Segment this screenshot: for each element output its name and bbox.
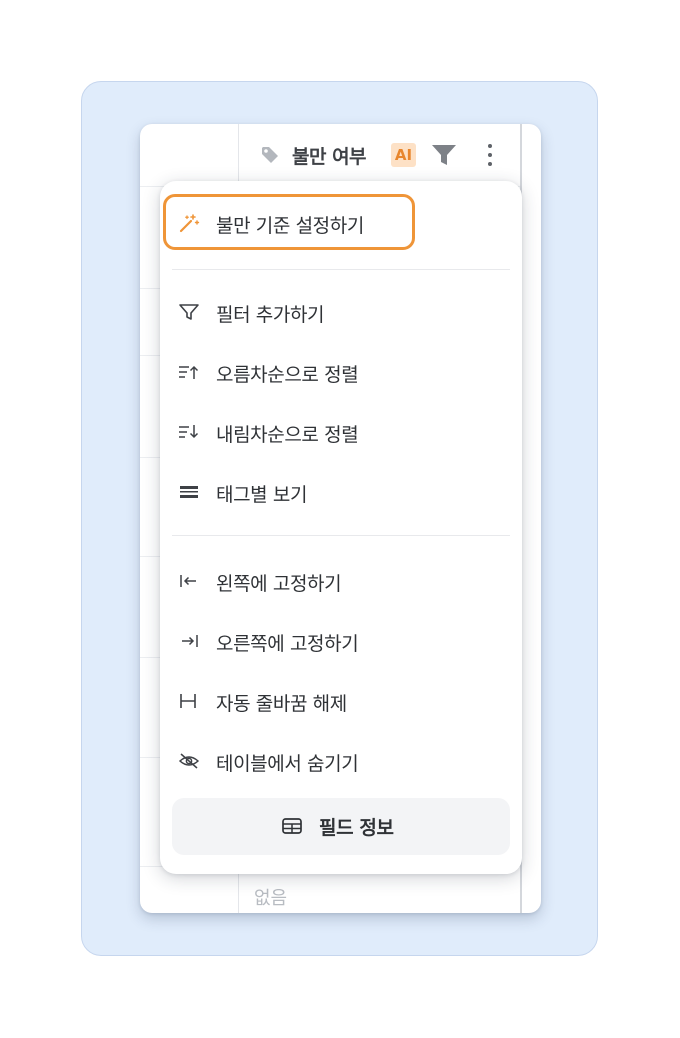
- column-header[interactable]: 불만 여부 AI: [240, 124, 520, 186]
- menu-item-add-filter[interactable]: 필터 추가하기: [160, 290, 522, 334]
- table-info-icon: [282, 818, 302, 834]
- menu-item-sort-ascending[interactable]: 오름차순으로 정렬: [160, 350, 522, 394]
- eye-off-icon: [178, 753, 200, 769]
- menu-item-pin-right[interactable]: 오른쪽에 고정하기: [160, 619, 522, 663]
- pin-left-icon: [180, 575, 196, 587]
- menu-item-sort-descending[interactable]: 내림차순으로 정렬: [160, 410, 522, 454]
- more-vertical-icon[interactable]: [480, 142, 500, 168]
- field-info-label: 필드 정보: [319, 817, 394, 839]
- menu-separator: [172, 269, 510, 270]
- magic-wand-icon: [179, 214, 200, 233]
- column-title: 불만 여부: [292, 146, 367, 168]
- sort-ascending-icon: [179, 365, 199, 379]
- sort-descending-icon: [179, 425, 199, 439]
- field-info-button[interactable]: 필드 정보: [172, 798, 510, 855]
- menu-item-label: 오름차순으로 정렬: [216, 364, 359, 386]
- tag-icon: [262, 147, 278, 163]
- pin-right-icon: [182, 635, 198, 647]
- menu-item-label: 오른쪽에 고정하기: [216, 633, 359, 655]
- menu-item-wrap-off[interactable]: 자동 줄바꿈 해제: [160, 679, 522, 723]
- menu-item-group-by-tag[interactable]: 태그별 보기: [160, 470, 522, 514]
- menu-item-label: 테이블에서 숨기기: [216, 753, 359, 775]
- menu-item-label: 태그별 보기: [216, 484, 308, 506]
- column-context-menu: 불만 기준 설정하기 필터 추가하기 오름차순으로 정렬 내림차순으로 정렬 태…: [160, 181, 522, 874]
- menu-item-hide-from-table[interactable]: 테이블에서 숨기기: [160, 739, 522, 783]
- group-by-tag-icon: [180, 486, 198, 498]
- menu-item-label: 불만 기준 설정하기: [216, 215, 364, 237]
- menu-item-complaint-criteria[interactable]: 불만 기준 설정하기: [160, 201, 522, 245]
- wrap-off-icon: [180, 694, 196, 708]
- menu-item-label: 필터 추가하기: [216, 304, 325, 326]
- menu-separator: [172, 535, 510, 536]
- table-cell-value: 없음: [254, 888, 288, 909]
- menu-item-pin-left[interactable]: 왼쪽에 고정하기: [160, 559, 522, 603]
- menu-item-label: 왼쪽에 고정하기: [216, 573, 342, 595]
- menu-item-label: 내림차순으로 정렬: [216, 424, 359, 446]
- ai-badge[interactable]: AI: [391, 143, 416, 167]
- filter-icon[interactable]: [431, 143, 457, 167]
- filter-outline-icon: [179, 304, 199, 320]
- menu-item-label: 자동 줄바꿈 해제: [216, 693, 347, 715]
